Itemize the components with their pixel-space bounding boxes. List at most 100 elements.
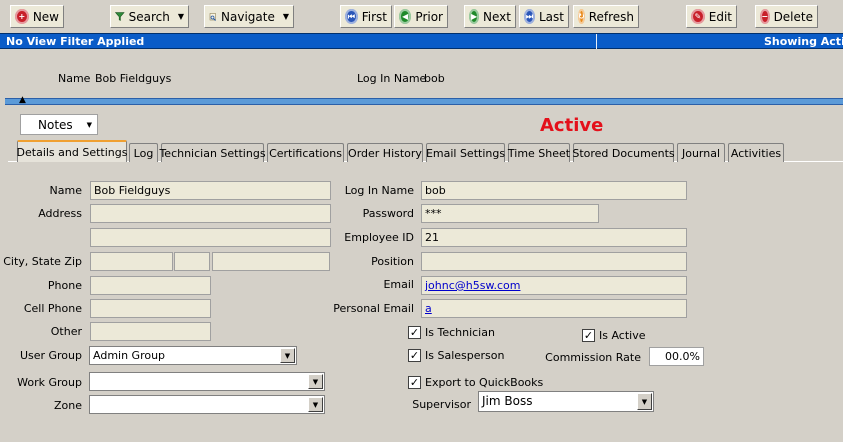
edit-button[interactable]: ✎ Edit [686,5,737,28]
tab-journal[interactable]: Journal [677,143,725,162]
header-name-label: Name [58,72,91,85]
header-name-value: Bob Fieldguys [95,72,172,85]
prior-button[interactable]: ◀ Prior [394,5,448,28]
next-icon: ▶ [469,9,480,24]
name-value: Bob Fieldguys [94,184,171,197]
password-label: Password [362,207,414,220]
chevron-down-icon[interactable]: ▼ [308,397,323,412]
tab-technician-settings[interactable]: Technician Settings [159,143,266,162]
tab-activities[interactable]: Activities [728,143,784,162]
new-button-label: New [32,9,59,24]
first-button[interactable]: ⏮ First [340,5,392,28]
checkmark-icon[interactable]: ✓ [582,329,595,342]
last-button[interactable]: ⏭ Last [519,5,569,28]
city-field[interactable] [90,252,173,271]
collapse-arrow-icon[interactable]: ▲ [19,95,26,105]
navigate-button[interactable]: Navigate ▼ [204,5,294,28]
is-active-label: Is Active [599,329,646,342]
email-label: Email [383,278,414,291]
next-button[interactable]: ▶ Next [464,5,516,28]
user-group-select[interactable]: Admin Group ▼ [89,346,297,365]
first-icon: ⏮ [345,9,358,24]
tab-stored-documents[interactable]: Stored Documents [572,143,675,162]
edit-icon: ✎ [691,9,705,24]
email-field[interactable]: johnc@h5sw.com [421,276,687,295]
delete-button[interactable]: − Delete [755,5,818,28]
is-salesperson-checkbox[interactable]: ✓ Is Salesperson [408,349,504,362]
city-state-zip-label: City, State Zip [3,255,82,268]
state-field[interactable] [174,252,210,271]
user-group-label: User Group [19,349,82,362]
is-technician-checkbox[interactable]: ✓ Is Technician [408,326,495,339]
view-filter-bar: No View Filter Applied Showing Activ [0,33,843,49]
name-label: Name [49,184,82,197]
personal-email-label: Personal Email [333,302,414,315]
password-field[interactable]: *** [421,204,599,223]
chevron-down-icon: ▼ [177,12,184,21]
address-line1-field[interactable] [90,204,331,223]
address-label: Address [38,207,82,220]
personal-email-field[interactable]: a [421,299,687,318]
supervisor-value: Jim Boss [482,394,533,408]
chevron-down-icon: ▼ [86,120,92,129]
tab-email-settings[interactable]: Email Settings [426,143,505,162]
checkmark-icon[interactable]: ✓ [408,326,421,339]
tab-label: Order History [348,146,422,160]
address-line2-field[interactable] [90,228,331,247]
chevron-down-icon[interactable]: ▼ [280,348,295,363]
tab-label: Technician Settings [159,146,266,160]
phone-label: Phone [47,279,82,292]
chevron-down-icon[interactable]: ▼ [308,374,323,389]
header-splitter[interactable]: ▲ [5,95,843,105]
tab-details-and-settings[interactable]: Details and Settings [17,140,127,162]
supervisor-select[interactable]: Jim Boss ▼ [478,391,654,412]
delete-button-label: Delete [773,9,813,24]
export-quickbooks-checkbox[interactable]: ✓ Export to QuickBooks [408,376,543,389]
refresh-icon: ↻ [578,9,585,24]
tab-label: Email Settings [425,146,506,160]
cell-phone-field[interactable] [90,299,211,318]
login-name-value: bob [425,184,446,197]
navigate-button-label: Navigate [221,9,275,24]
record-count-status: Showing Activ [764,35,843,48]
login-name-field[interactable]: bob [421,181,687,200]
work-group-select[interactable]: ▼ [89,372,325,391]
tab-label: Stored Documents [572,146,675,160]
is-active-checkbox[interactable]: ✓ Is Active [582,329,646,342]
checkmark-icon[interactable]: ✓ [408,376,421,389]
name-field[interactable]: Bob Fieldguys [90,181,331,200]
other-phone-field[interactable] [90,322,211,341]
tab-certifications[interactable]: Certifications [267,143,344,162]
new-button[interactable]: + New [10,5,64,28]
position-field[interactable] [421,252,687,271]
chevron-down-icon[interactable]: ▼ [637,393,652,410]
phone-field[interactable] [90,276,211,295]
zone-select[interactable]: ▼ [89,395,325,414]
zip-field[interactable] [212,252,330,271]
other-phone-label: Other [50,325,82,338]
header-login-value: bob [424,72,445,85]
employee-id-label: Employee ID [344,231,414,244]
search-icon [115,12,125,21]
chevron-down-icon: ▼ [282,12,289,21]
checkmark-icon[interactable]: ✓ [408,349,421,362]
next-button-label: Next [483,9,511,24]
refresh-button[interactable]: ↻ Refresh [573,5,639,28]
search-button-label: Search [128,9,170,24]
tab-log[interactable]: Log [129,143,158,162]
tab-label: Time Sheet [507,146,571,160]
header-login-label: Log In Name [357,72,427,85]
tab-time-sheet[interactable]: Time Sheet [508,143,570,162]
refresh-button-label: Refresh [588,9,635,24]
employee-id-field[interactable]: 21 [421,228,687,247]
commission-rate-value: 00.0% [665,350,700,363]
search-button[interactable]: Search ▼ [110,5,189,28]
email-link[interactable]: johnc@h5sw.com [425,279,520,292]
commission-rate-field[interactable]: 00.0% [649,347,704,366]
tab-label: Activities [730,146,782,160]
tab-order-history[interactable]: Order History [347,143,423,162]
personal-email-link[interactable]: a [425,302,432,315]
notes-dropdown-button[interactable]: Notes ▼ [20,114,98,135]
zone-label: Zone [53,399,82,412]
navigate-icon [209,12,216,21]
